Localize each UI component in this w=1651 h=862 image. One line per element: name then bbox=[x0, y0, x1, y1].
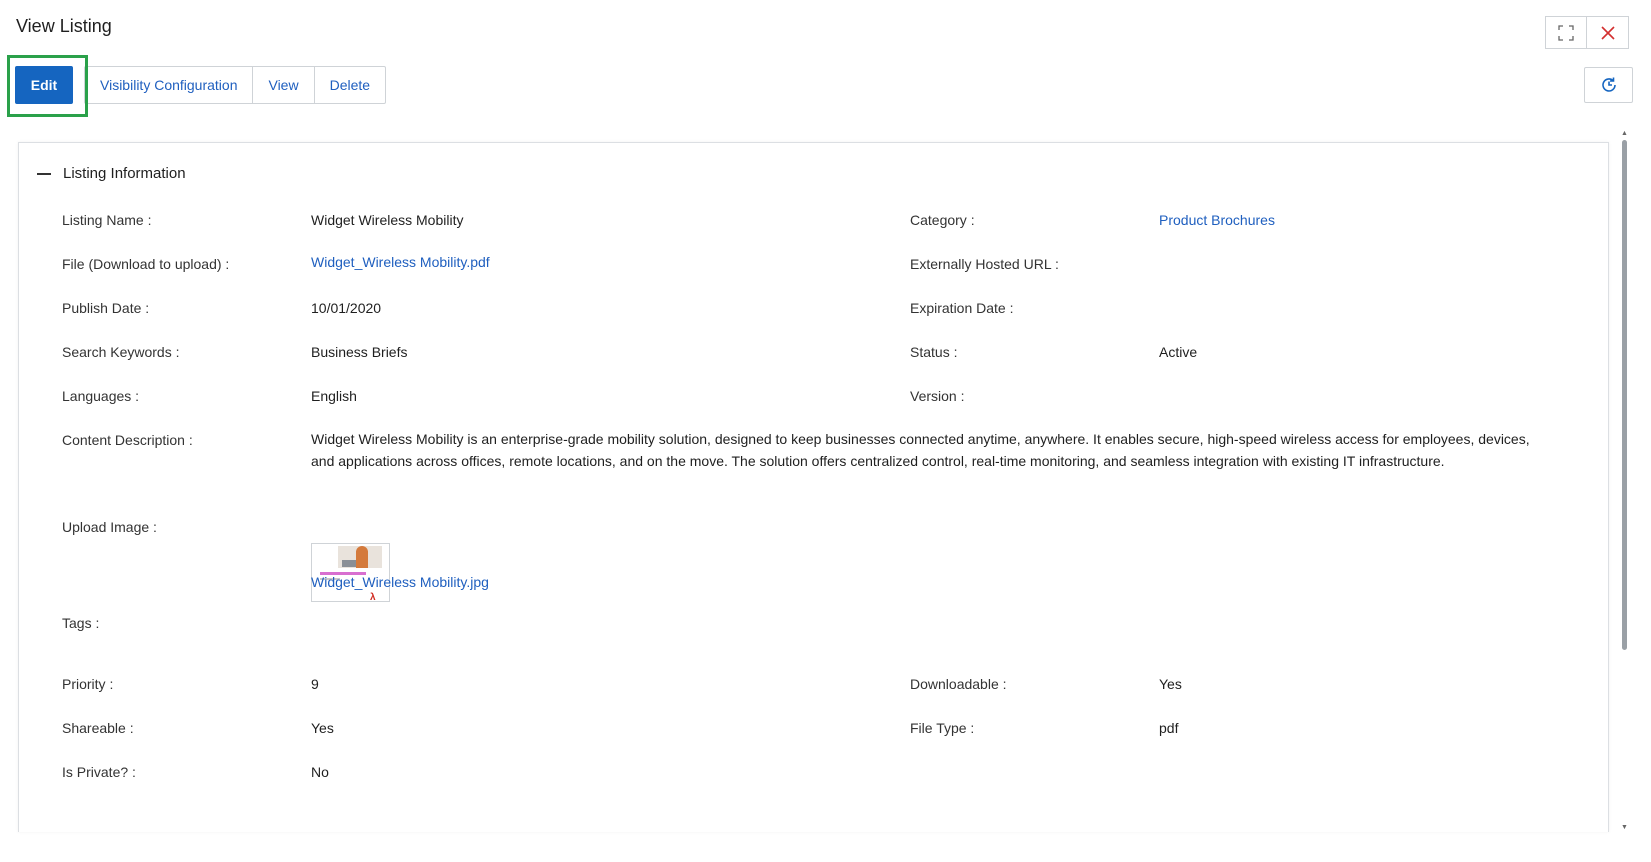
file-type-value: pdf bbox=[1159, 720, 1179, 736]
status-value: Active bbox=[1159, 344, 1198, 360]
is-private-label: Is Private? : bbox=[62, 764, 136, 780]
history-icon bbox=[1601, 77, 1616, 92]
action-button-group: Visibility Configuration View Delete bbox=[84, 66, 387, 104]
status-label: Status : bbox=[910, 344, 958, 360]
languages-label: Languages : bbox=[62, 388, 140, 404]
close-icon bbox=[1600, 25, 1615, 40]
search-keywords-label: Search Keywords : bbox=[62, 344, 180, 360]
is-private-value: No bbox=[311, 764, 329, 780]
search-keywords-value: Business Briefs bbox=[311, 344, 408, 360]
publish-date-value: 10/01/2020 bbox=[311, 300, 382, 316]
downloadable-label: Downloadable : bbox=[910, 676, 1007, 692]
scroll-up-arrow[interactable]: ▲ bbox=[1620, 130, 1629, 138]
minus-icon[interactable] bbox=[37, 172, 51, 175]
thumbnail-laptop bbox=[342, 560, 356, 567]
section-title: Listing Information bbox=[63, 165, 186, 182]
version-label: Version : bbox=[910, 388, 965, 404]
delete-button[interactable]: Delete bbox=[313, 67, 385, 103]
section-header[interactable]: Listing Information bbox=[37, 165, 186, 182]
page-title: View Listing bbox=[16, 16, 112, 36]
content-description-value: Widget Wireless Mobility is an enterpris… bbox=[311, 431, 1530, 469]
file-link[interactable]: Widget_Wireless Mobility.pdf bbox=[311, 254, 490, 270]
upload-image-label: Upload Image : bbox=[62, 519, 157, 535]
listing-name-label: Listing Name : bbox=[62, 212, 152, 228]
history-button[interactable] bbox=[1584, 67, 1633, 103]
category-label: Category : bbox=[910, 212, 975, 228]
file-label: File (Download to upload) : bbox=[62, 256, 230, 272]
external-url-label: Externally Hosted URL : bbox=[910, 256, 1059, 272]
upload-image-link[interactable]: Widget_Wireless Mobility.jpg bbox=[311, 574, 489, 590]
shareable-value: Yes bbox=[311, 720, 334, 736]
category-link[interactable]: Product Brochures bbox=[1159, 212, 1275, 228]
thumbnail-person bbox=[356, 546, 368, 568]
shareable-label: Shareable : bbox=[62, 720, 134, 736]
priority-value: 9 bbox=[311, 676, 319, 692]
downloadable-value: Yes bbox=[1159, 676, 1182, 692]
file-type-label: File Type : bbox=[910, 720, 975, 736]
listing-information-panel: Listing Information Listing Name : Widge… bbox=[18, 142, 1609, 832]
window-controls bbox=[1545, 16, 1629, 49]
scroll-thumb[interactable] bbox=[1622, 140, 1627, 650]
listing-name-value: Widget Wireless Mobility bbox=[311, 212, 464, 228]
pdf-icon: λ bbox=[370, 592, 376, 602]
expand-button[interactable] bbox=[1545, 16, 1587, 49]
priority-label: Priority : bbox=[62, 676, 114, 692]
edit-button[interactable]: Edit bbox=[15, 66, 73, 104]
scrollbar[interactable]: ▲ ▼ bbox=[1620, 130, 1629, 832]
expiration-date-label: Expiration Date : bbox=[910, 300, 1014, 316]
publish-date-label: Publish Date : bbox=[62, 300, 150, 316]
close-button[interactable] bbox=[1587, 16, 1629, 49]
expand-icon bbox=[1558, 24, 1574, 41]
action-toolbar: Edit Visibility Configuration View Delet… bbox=[15, 66, 387, 104]
scroll-down-arrow[interactable]: ▼ bbox=[1620, 824, 1629, 832]
image-thumbnail[interactable]: λ bbox=[311, 543, 390, 602]
languages-value: English bbox=[311, 388, 357, 404]
visibility-configuration-button[interactable]: Visibility Configuration bbox=[85, 67, 252, 103]
content-description-label: Content Description : bbox=[62, 432, 193, 448]
view-button[interactable]: View bbox=[252, 67, 313, 103]
tags-label: Tags : bbox=[62, 615, 100, 631]
